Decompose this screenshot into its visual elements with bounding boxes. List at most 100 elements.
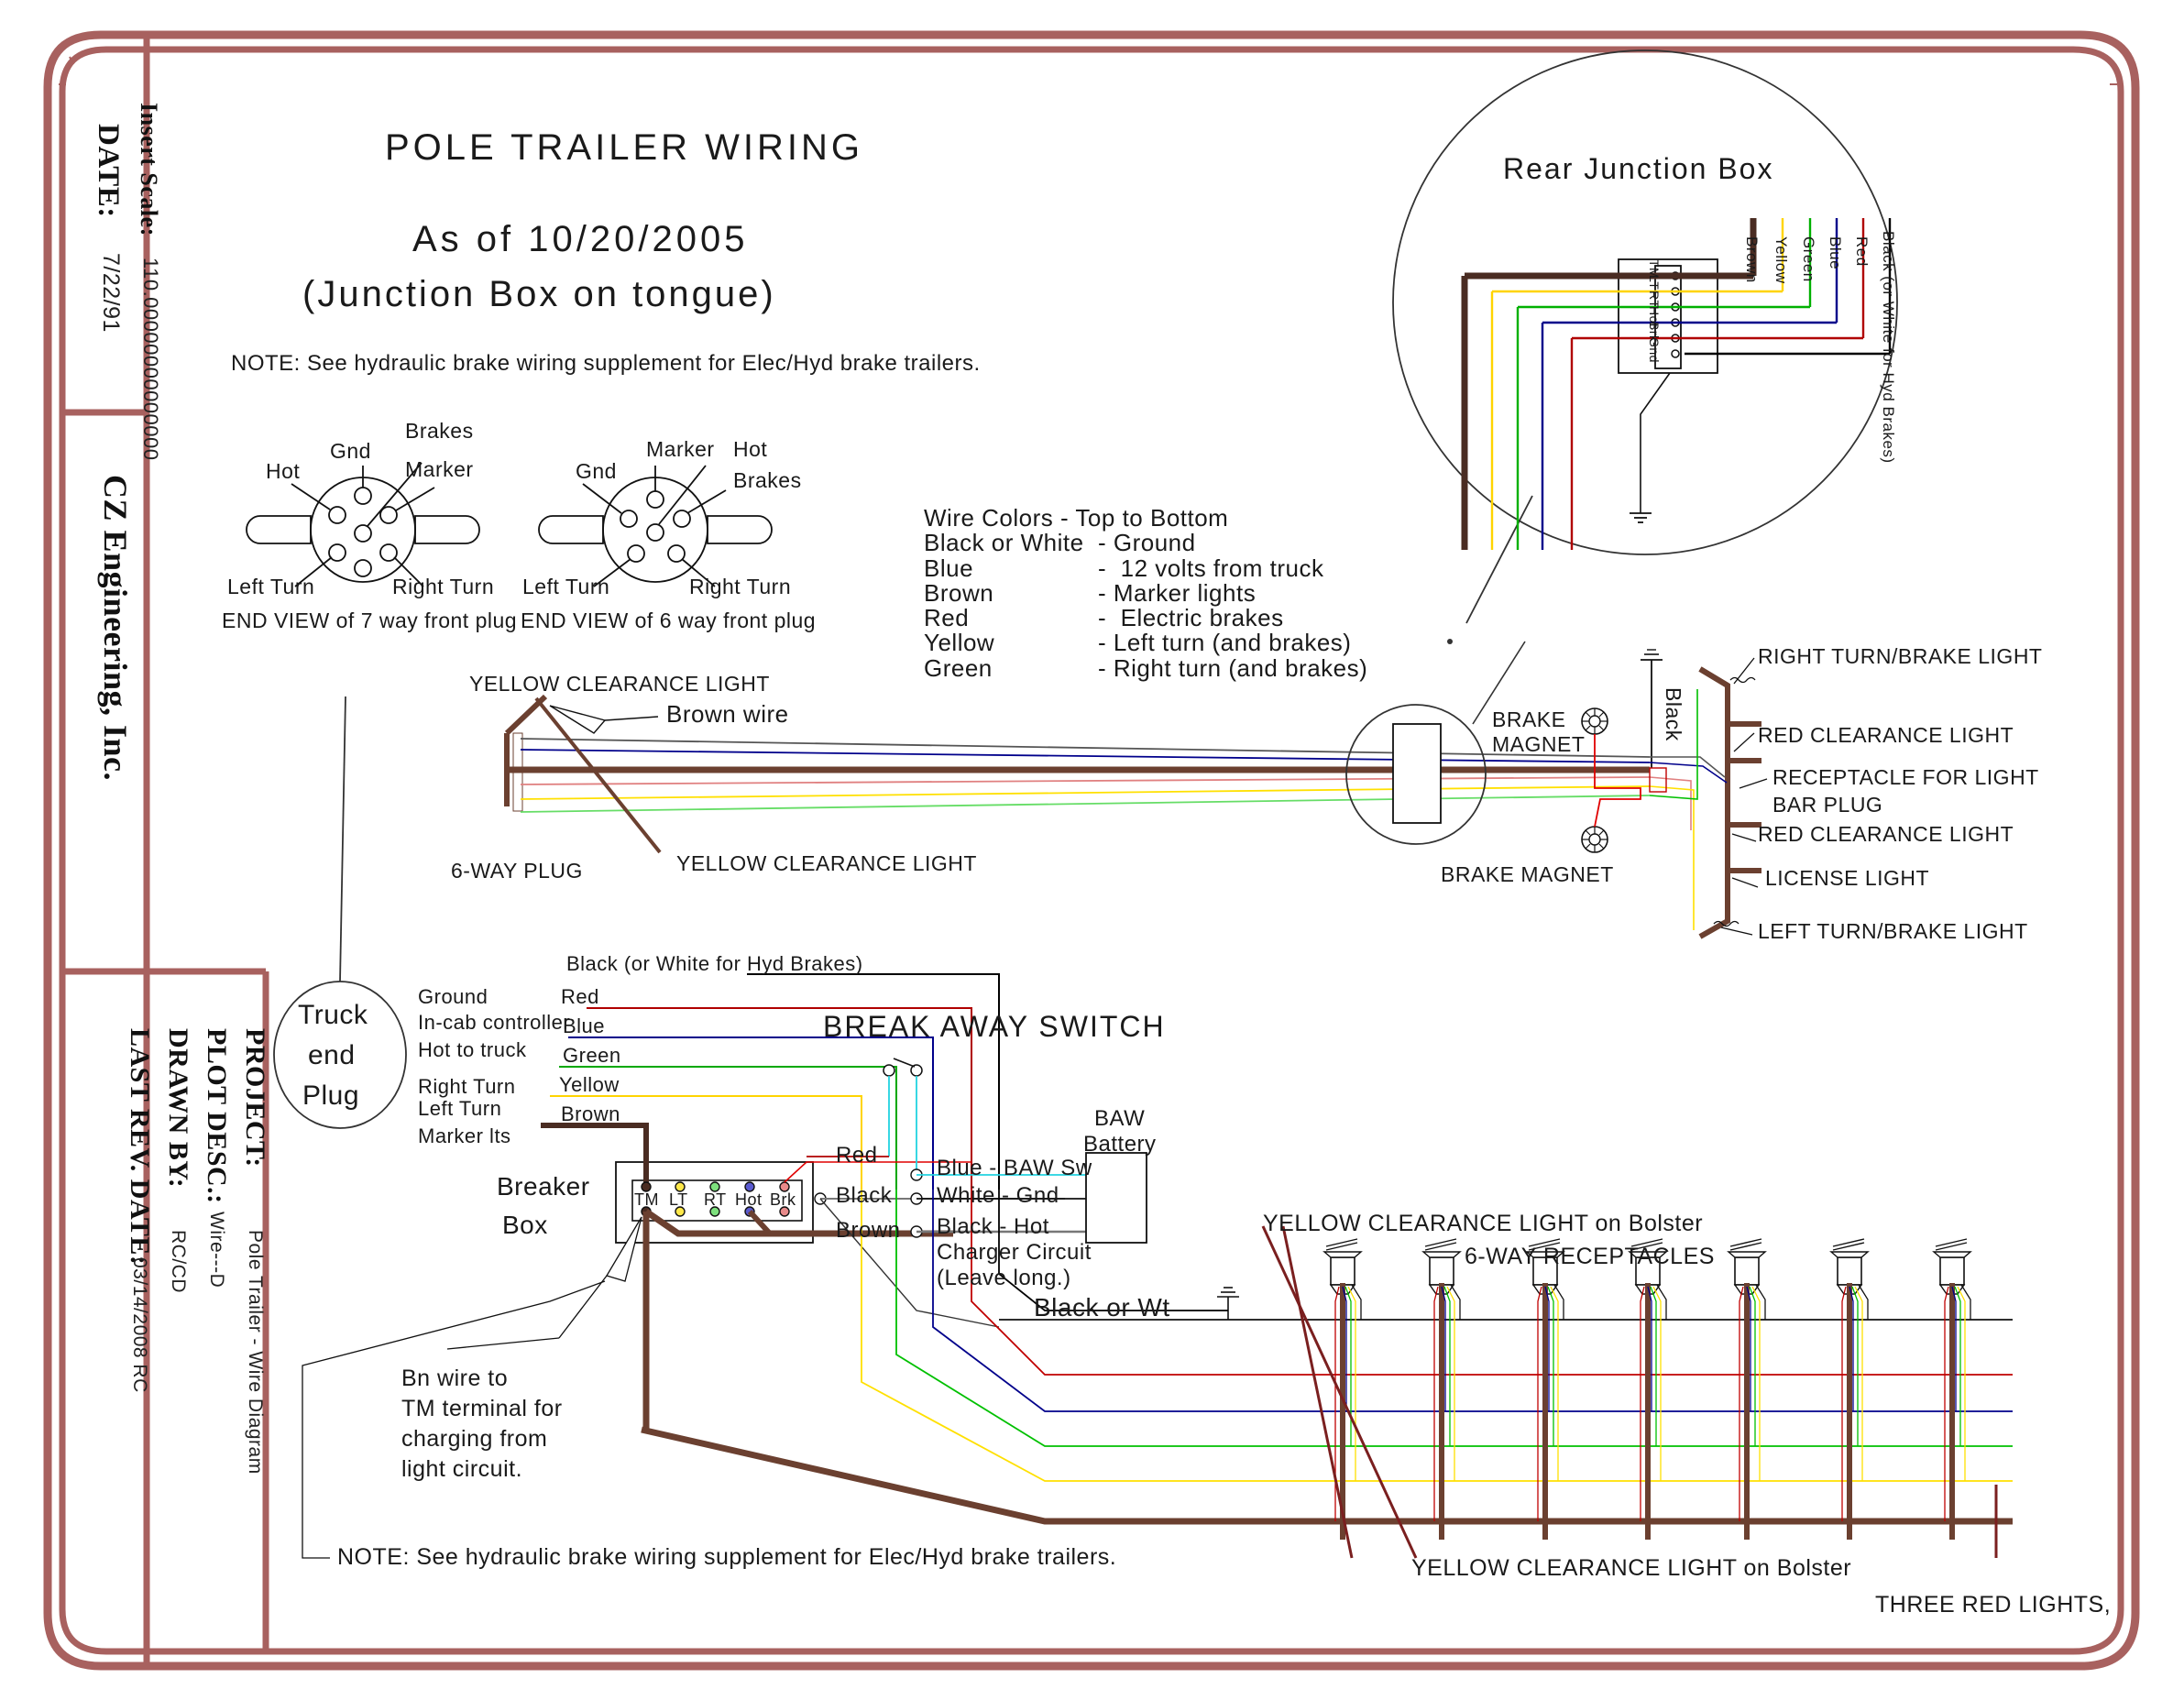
baw-battery-line2: Battery (1083, 1132, 1157, 1157)
plug6-label-right-turn: Right Turn (689, 575, 792, 598)
wire-legend-name: Yellow (924, 629, 995, 657)
truck-plug-function-hot-to-truck: Hot to truck (418, 1038, 527, 1061)
drawing-sheet: DATE: 7/22/91 CZ Engineering, Inc. Inser… (0, 0, 2184, 1689)
label-6way-receptacles: 6-WAY RECEPTACLES (1465, 1244, 1715, 1269)
plug6-label-gnd: Gnd (576, 459, 617, 483)
label-brown-wire: Brown wire (666, 700, 789, 728)
wire-color-legend: Wire Colors - Top to Bottom Black or Whit… (924, 504, 1368, 682)
label-yellow-clearance-bolster-bottom: YELLOW CLEARANCE LIGHT on Bolster (1411, 1555, 1852, 1581)
wire-legend-row-yellow: Yellow - Left turn (and brakes) (924, 629, 1367, 657)
label-left-turn-brake-light: LEFT TURN/BRAKE LIGHT (1758, 919, 2028, 943)
brake-magnet-symbols (1581, 707, 1641, 853)
label-three-red-lights: THREE RED LIGHTS, (1875, 1592, 2112, 1618)
plug7-label-right-turn: Right Turn (392, 575, 495, 598)
plug6-label-marker: Marker (646, 437, 715, 461)
label-yellow-clearance-bolster-top: YELLOW CLEARANCE LIGHT on Bolster (1263, 1211, 1704, 1236)
plug7-label-left-turn: Left Turn (227, 575, 315, 598)
baw-out-leave-long: (Leave long.) (937, 1266, 1071, 1290)
receptacle-posts (1323, 1238, 1971, 1540)
wire-legend-row-red: Red - Electric brakes (924, 604, 1367, 632)
wire-legend-desc: - Marker lights (1098, 578, 1257, 607)
plug6-label-hot: Hot (733, 437, 768, 461)
label-yellow-clearance-bottom: YELLOW CLEARANCE LIGHT (676, 851, 977, 875)
label-red-clearance-light-lower: RED CLEARANCE LIGHT (1758, 822, 2014, 846)
label-bar-plug: BAR PLUG (1772, 793, 1883, 817)
wire-legend-desc: - Left turn (and brakes) (1098, 629, 1352, 657)
rjb-terminal-tm: TM (1647, 259, 1662, 280)
wire-legend-name: Black or White (924, 529, 1084, 557)
wire-legend-row-brown: Brown - Marker lights (924, 578, 1367, 607)
truck-plug-line2: end (308, 1040, 356, 1070)
breaker-terminal-brk: Brk (770, 1190, 796, 1209)
baw-out-charger: Charger Circuit (937, 1240, 1092, 1265)
wire-legend-desc: - Electric brakes (1098, 604, 1284, 632)
wire-legend-desc: - Right turn (and brakes) (1098, 653, 1368, 682)
breaker-terminal-hot: Hot (735, 1190, 763, 1209)
breaker-terminal-rt: RT (704, 1190, 727, 1209)
truck-plug-function-right-turn: Right Turn (418, 1075, 516, 1098)
label-license-light: LICENSE LIGHT (1765, 866, 1930, 890)
plug6-caption: END VIEW of 6 way front plug (521, 609, 817, 632)
wire-legend-name: Blue (924, 554, 974, 582)
wire-legend-row-green: Green - Right turn (and brakes) (924, 653, 1368, 682)
title-block-insert-scale-label: Insert Scale: (136, 103, 162, 237)
baw-battery-line1: BAW (1094, 1106, 1146, 1131)
truck-plug-function-ground: Ground (418, 985, 488, 1008)
title-block-last-rev-value: 03/14/2008 RC (129, 1257, 151, 1393)
break-away-switch-title: BREAK AWAY SWITCH (823, 1010, 1166, 1043)
wire-legend-name: Red (924, 604, 970, 632)
breaker-box-label-1: Breaker (497, 1172, 590, 1201)
baw-out-black: Black - Hot (937, 1214, 1049, 1239)
baw-in-red: Red (836, 1143, 878, 1168)
wire-legend-heading: Wire Colors - Top to Bottom (924, 504, 1229, 532)
breaker-wire-label-red: Red (561, 985, 599, 1008)
breaker-box-label-2: Box (502, 1211, 548, 1239)
rjb-terminal-rt: RT (1647, 291, 1662, 309)
label-red-clearance-light-upper: RED CLEARANCE LIGHT (1758, 723, 2014, 747)
page-subtitle-date: As of 10/20/2005 (412, 219, 749, 259)
rjb-terminal-brk: Brk (1647, 322, 1662, 343)
plug7-caption: END VIEW of 7 way front plug (222, 609, 518, 632)
plug6-label-brakes: Brakes (733, 468, 802, 492)
label-receptacle-light-bar: RECEPTACLE FOR LIGHT (1772, 765, 2039, 789)
rjb-terminal-gnd: Gnd (1647, 337, 1662, 363)
label-6way-plug: 6-WAY PLUG (451, 859, 583, 883)
truck-plug-function-marker-lts: Marker lts (418, 1124, 511, 1147)
breaker-wire-label-brown: Brown (561, 1102, 620, 1125)
plug7-label-brakes: Brakes (405, 419, 474, 443)
page-title: POLE TRAILER WIRING (385, 127, 864, 168)
label-right-turn-brake-light: RIGHT TURN/BRAKE LIGHT (1758, 644, 2043, 668)
breaker-wire-label-yellow: Yellow (559, 1073, 620, 1096)
truck-plug-line3: Plug (302, 1080, 360, 1111)
bottom-note: NOTE: See hydraulic brake wiring supplem… (337, 1544, 1117, 1570)
wire-legend-row-blue: Blue - 12 volts from truck (924, 554, 1367, 582)
rjb-terminal-hot: Hot (1647, 306, 1662, 328)
breaker-wire-label-green: Green (563, 1044, 621, 1067)
truck-plug-function-left-turn: Left Turn (418, 1097, 502, 1120)
rear-junction-box-detail (1392, 49, 1898, 644)
plug7-label-gnd: Gnd (330, 439, 371, 463)
plug6-label-left-turn: Left Turn (522, 575, 610, 598)
wire-legend-desc: - 12 volts from truck (1098, 554, 1324, 582)
plug7-label-marker: Marker (405, 457, 474, 481)
page-subtitle-jbox: (Junction Box on tongue) (302, 274, 776, 314)
rjb-terminal-lt: LT (1647, 275, 1662, 291)
label-harness-black: Black (1661, 687, 1685, 741)
bottom-bus-and-receptacles (641, 1190, 2013, 1559)
truck-plug-line1: Truck (298, 1000, 368, 1030)
breaker-box-note: Bn wire to TM terminal for charging from… (401, 1365, 563, 1482)
truck-plug-function-in-cab-controller: In-cab controller (418, 1011, 571, 1034)
wire-legend-name: Green (924, 653, 993, 682)
wire-legend-desc: - Ground (1098, 529, 1196, 557)
plug7-label-hot: Hot (266, 459, 301, 483)
breaker-wire-label-blue: Blue (563, 1014, 606, 1037)
baw-in-brown: Brown (836, 1218, 901, 1243)
label-yellow-clearance-top: YELLOW CLEARANCE LIGHT (469, 672, 770, 696)
baw-out-white: White - Gnd (937, 1183, 1059, 1208)
breaker-wire-label-black: Black (or White for Hyd Brakes) (566, 952, 863, 975)
baw-in-black: Black (836, 1183, 893, 1208)
label-brake-magnet-top: BRAKE MAGNET (1492, 707, 1586, 756)
rjb-wire-label-black: Black (or White for Hyd Brakes) (1880, 231, 1897, 464)
rear-junction-box-title: Rear Junction Box (1503, 152, 1774, 185)
breaker-terminal-lt: LT (669, 1190, 688, 1209)
